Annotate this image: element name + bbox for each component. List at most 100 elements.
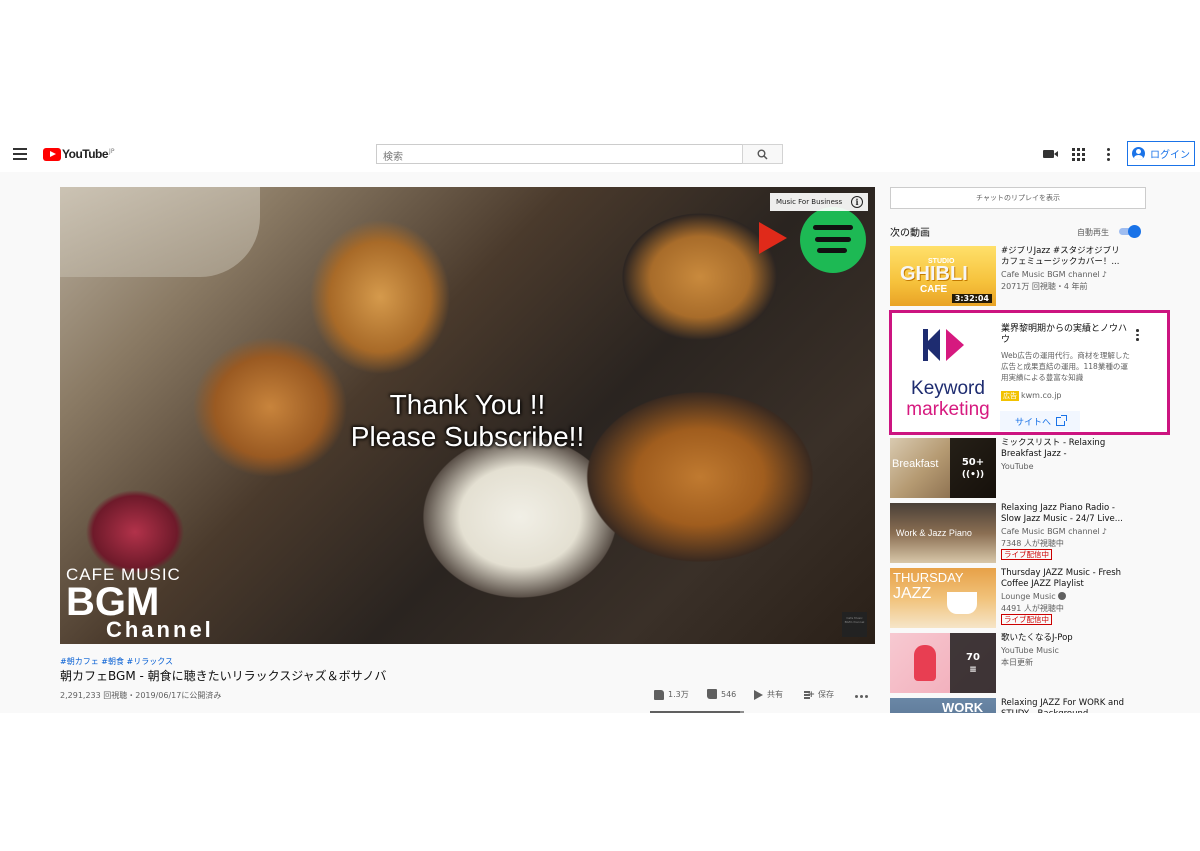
save-button[interactable]: 保存 — [804, 689, 834, 700]
settings-menu-button[interactable] — [1101, 147, 1115, 161]
share-button[interactable]: 共有 — [754, 689, 783, 700]
spotify-logo-icon — [800, 207, 866, 273]
live-radio-icon: ((•)) — [961, 469, 985, 480]
channel-name: YouTube Music — [1001, 646, 1059, 655]
video-meta: 2071万 回視聴・4 年前 — [1001, 282, 1088, 291]
playlist-overlay: 70 ≡ — [950, 633, 996, 693]
open-in-new-icon — [1056, 414, 1067, 426]
singer-figure — [914, 645, 936, 681]
red-play-shape — [759, 222, 787, 254]
youtube-watch-page: YouTube JP 検索 ログイン Thank You !! Please S… — [0, 0, 1200, 851]
thumbnail-cloth — [60, 187, 260, 277]
video-hashtags[interactable]: #朝カフェ #朝食 #リラックス — [60, 656, 173, 667]
search-icon — [757, 149, 768, 160]
channel-name: Lounge Music — [1001, 592, 1066, 601]
video-player[interactable]: Thank You !! Please Subscribe!! Music Fo… — [60, 187, 875, 644]
video-title: 朝カフェBGM - 朝食に聴きたいリラックスジャズ＆ボサノバ — [60, 669, 387, 683]
apps-button[interactable] — [1071, 147, 1085, 161]
thumb-text-line3: CAFE — [920, 284, 948, 295]
login-button[interactable]: ログイン — [1127, 141, 1195, 166]
logo-word-marketing: marketing — [906, 399, 990, 420]
playlist-add-icon — [804, 690, 815, 700]
more-vert-icon — [1136, 329, 1139, 341]
video-title: Relaxing Jazz Piano Radio - Slow Jazz Mu… — [1001, 503, 1123, 524]
up-next-heading: 次の動画 — [890, 228, 930, 239]
channel-name: Cafe Music BGM channel ♪ — [1001, 527, 1107, 536]
autoplay-label: 自動再生 — [1077, 228, 1109, 237]
thumb-up-icon — [654, 689, 664, 700]
info-card-label: Music For Business — [776, 198, 843, 206]
login-label: ログイン — [1150, 150, 1190, 161]
video-title: Thursday JAZZ Music - Fresh Coffee JAZZ … — [1001, 568, 1122, 589]
logo-mark-right — [946, 329, 964, 361]
advertiser-logo: Keyword marketing — [896, 323, 996, 421]
live-badge: ライブ配信中 — [1001, 549, 1052, 560]
youtube-play-icon — [43, 147, 61, 161]
hamburger-menu-icon[interactable] — [13, 148, 27, 160]
dislike-button[interactable]: 546 — [707, 689, 736, 699]
thumb-down-icon — [707, 689, 717, 699]
up-next-item[interactable]: 70 ≡ 歌いたくなるJ-Pop YouTube Music 本日更新 — [890, 633, 1146, 693]
up-next-item[interactable]: STUDIO GHIBLI CAFE 3:32:04 #ジブリJazz #スタジ… — [890, 246, 1146, 306]
create-video-button[interactable] — [1041, 147, 1058, 161]
info-icon[interactable]: i — [851, 196, 863, 208]
up-next-item[interactable]: THURSDAY JAZZ Thursday JAZZ Music - Fres… — [890, 568, 1146, 628]
toggle-knob — [1128, 225, 1141, 238]
logo-mark-left — [924, 329, 940, 361]
dislike-count: 546 — [721, 689, 737, 699]
youtube-logo[interactable]: YouTube JP — [43, 147, 114, 161]
page-bottom-blank — [0, 713, 1200, 851]
viewer-count: 7348 人が視聴中 — [1001, 539, 1064, 548]
thumb-text-line2: GHIBLI — [900, 263, 968, 285]
ad-domain: kwm.co.jp — [1021, 391, 1062, 400]
account-circle-icon — [1132, 147, 1145, 160]
search-button[interactable] — [742, 144, 783, 164]
mix-overlay: 50+ ((•)) — [950, 438, 996, 498]
up-next-item[interactable]: Work & Jazz Piano Relaxing Jazz Piano Ra… — [890, 503, 1146, 563]
autoplay-toggle[interactable] — [1117, 225, 1141, 238]
channel-name-text: Cafe Music BGM channel — [1001, 527, 1100, 536]
player-overlay-line1: Thank You !! — [389, 389, 546, 420]
coffee-cup-icon — [947, 592, 977, 614]
ad-visit-site-button[interactable]: サイトへ — [1000, 411, 1080, 431]
logo-word-keyword: Keyword — [911, 378, 985, 399]
more-vert-icon — [1106, 147, 1110, 161]
video-thumbnail: STUDIO GHIBLI CAFE 3:32:04 — [890, 246, 996, 306]
up-next-item[interactable]: Breakfast 50+ ((•)) ミックスリスト - Relaxing B… — [890, 438, 1146, 498]
apps-grid-icon — [1071, 147, 1085, 161]
viewer-count: 4491 人が視聴中 — [1001, 604, 1064, 613]
thumb-text: Breakfast — [892, 458, 939, 470]
video-duration: 3:32:04 — [951, 294, 992, 303]
channel-name: YouTube — [1001, 462, 1034, 471]
like-button[interactable]: 1.3万 — [654, 689, 689, 700]
verified-icon — [1057, 592, 1066, 600]
like-count: 1.3万 — [668, 690, 689, 699]
video-thumbnail: 70 ≡ — [890, 633, 996, 693]
playlist-count: 70 — [966, 651, 980, 663]
save-label: 保存 — [818, 690, 834, 699]
ad-description: Web広告の運用代行。商材を理解した広告と成果直結の運用。118業種の運用実績に… — [1001, 351, 1130, 382]
thumb-text-line1: THURSDAY — [893, 570, 964, 585]
search-input[interactable]: 検索 — [376, 144, 743, 164]
ad-cta-label: サイトへ — [1014, 417, 1051, 428]
more-actions-button[interactable] — [855, 695, 868, 698]
ad-badge: 広告 — [1001, 391, 1019, 401]
ad-title: 業界黎明期からの実績とノウハウ — [1001, 324, 1128, 345]
video-title: ミックスリスト - Relaxing Breakfast Jazz - Back… — [1001, 438, 1106, 459]
video-thumbnail: Breakfast 50+ ((•)) — [890, 438, 996, 498]
video-thumbnail: THURSDAY JAZZ — [890, 568, 996, 628]
video-camera-icon — [1042, 150, 1058, 158]
share-label: 共有 — [767, 690, 783, 699]
video-title: #ジブリJazz #スタジオジブリ カフェミュージックカバー！... — [1001, 246, 1120, 267]
chat-replay-button[interactable]: チャットのリプレイを表示 — [890, 187, 1146, 209]
video-thumbnail: Work & Jazz Piano — [890, 503, 996, 563]
thumb-text-line2: JAZZ — [893, 585, 932, 602]
channel-name-text: Lounge Music — [1001, 592, 1056, 601]
channel-watermark[interactable]: Cafe Music BGM channel — [842, 612, 867, 637]
ad-menu-button[interactable] — [1136, 329, 1139, 341]
music-note-icon: ♪ — [1101, 270, 1107, 279]
sponsored-ad-card[interactable]: Keyword marketing 業界黎明期からの実績とノウハウ Web広告の… — [889, 310, 1170, 435]
info-card-teaser[interactable]: Music For Business i — [770, 193, 868, 211]
playlist-updated: 本日更新 — [1001, 658, 1033, 667]
player-overlay-line2: Please Subscribe!! — [350, 421, 585, 452]
